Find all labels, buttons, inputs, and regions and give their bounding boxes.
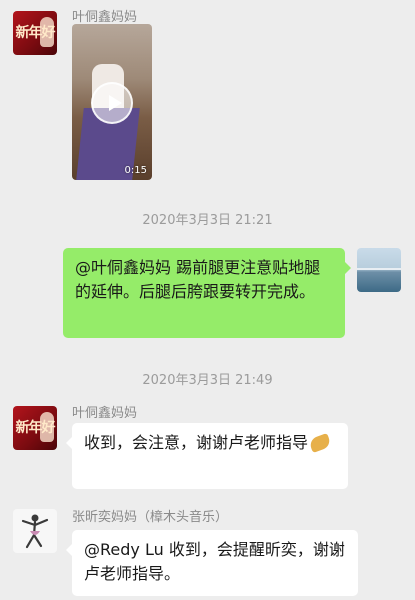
video-message[interactable]: 0:15 [72,24,152,180]
avatar-photo-horizon [357,268,401,270]
chat-timestamp: 2020年3月3日 21:21 [142,213,273,228]
pray-hands-icon [308,433,332,453]
avatar[interactable]: 新年好 [13,11,57,55]
avatar-art: 新年好 [15,420,56,436]
sender-name: 叶侗鑫妈妈 [72,10,138,25]
chat-timestamp: 2020年3月3日 21:49 [142,373,273,388]
message-text: 收到，会注意，谢谢卢老师指导 [84,433,309,452]
avatar[interactable] [13,509,57,553]
message-bubble[interactable]: @Redy Lu 收到，会提醒昕奕，谢谢卢老师指导。 [66,530,358,596]
message-bubble-self[interactable]: @叶侗鑫妈妈 踢前腿更注意贴地腿的延伸。后腿后胯跟要转开完成。 [63,248,351,338]
video-duration: 0:15 [124,165,147,176]
dancer-icon [21,514,49,549]
avatar-art: 新年好 [15,25,56,41]
sender-name: 张昕奕妈妈（樟木头音乐） [72,510,229,525]
sender-name: 叶侗鑫妈妈 [72,406,138,421]
play-icon[interactable] [91,82,133,124]
avatar[interactable]: 新年好 [13,406,57,450]
message-bubble[interactable]: 收到，会注意，谢谢卢老师指导 [66,423,348,489]
avatar[interactable] [357,248,401,292]
